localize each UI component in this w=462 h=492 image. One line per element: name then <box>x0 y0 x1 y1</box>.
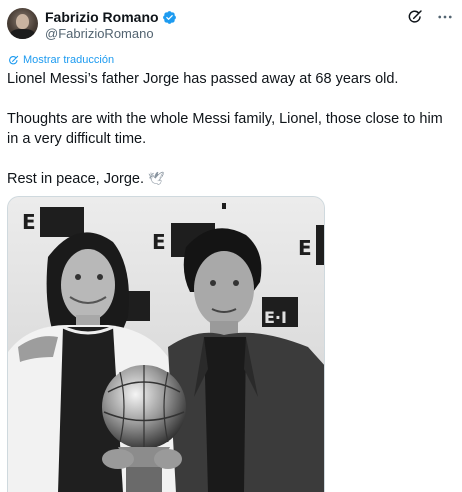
author-name-row[interactable]: Fabrizio Romano <box>45 9 177 25</box>
verified-badge-icon <box>162 10 176 24</box>
tweet-text-rip: Rest in peace, Jorge. <box>7 171 145 187</box>
tweet-photo[interactable]: E E E E·I <box>7 196 325 492</box>
svg-text:E: E <box>22 210 36 234</box>
tweet-text-line-3: Rest in peace, Jorge. 🕊 <box>7 169 457 189</box>
more-icon[interactable] <box>436 8 454 26</box>
grok-glyph-icon <box>408 10 422 23</box>
tweet-text-line-2: Thoughts are with the whole Messi family… <box>7 111 443 147</box>
tweet-text-line-1: Lionel Messi’s father Jorge has passed a… <box>7 71 399 87</box>
photo-messi-father: E E E E·I <box>8 197 324 492</box>
more-dots-icon <box>438 15 452 19</box>
avatar-shirt <box>10 29 35 39</box>
tweet-text: Lionel Messi’s father Jorge has passed a… <box>7 69 457 189</box>
dove-emoji-icon: 🕊 <box>148 171 165 186</box>
svg-text:E·I: E·I <box>264 308 287 327</box>
author-display-name[interactable]: Fabrizio Romano <box>45 9 159 25</box>
svg-text:E: E <box>298 236 312 260</box>
grok-icon[interactable] <box>406 8 424 26</box>
avatar[interactable] <box>7 8 38 39</box>
show-translation-label: Mostrar traducción <box>23 54 115 66</box>
translate-icon <box>9 55 19 64</box>
avatar-face <box>16 14 29 29</box>
tweet-top-actions <box>406 8 454 26</box>
show-translation-link[interactable]: Mostrar traducción <box>8 54 114 66</box>
svg-text:E: E <box>152 230 166 254</box>
author-handle[interactable]: @FabrizioRomano <box>45 26 154 41</box>
